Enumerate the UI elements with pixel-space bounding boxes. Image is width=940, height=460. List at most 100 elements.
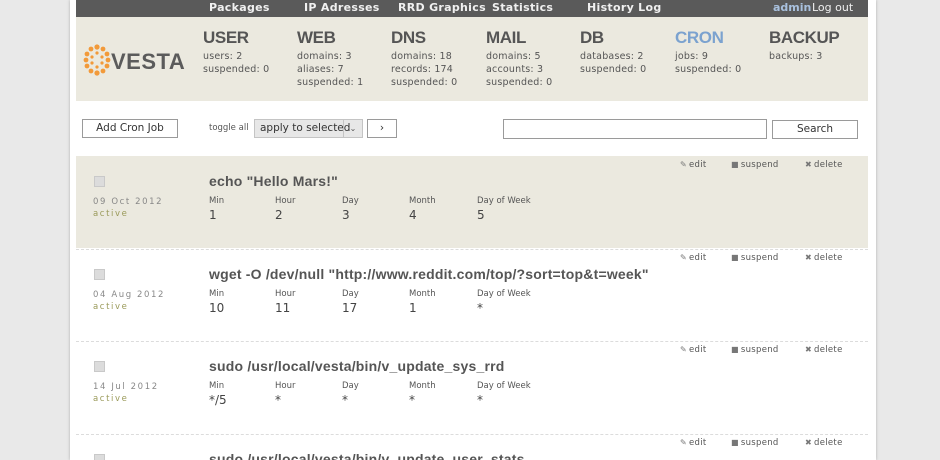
- stat-line: accounts: 3: [486, 64, 544, 75]
- search-input[interactable]: [503, 119, 767, 139]
- stat-web[interactable]: WEB domains: 3 aliases: 7 suspended: 1: [297, 28, 363, 89]
- hour-value: 2: [275, 208, 283, 222]
- job-date: 09 Oct 2012: [93, 197, 164, 207]
- day-label: Day: [342, 289, 359, 299]
- stat-backup[interactable]: BACKUP backups: 3: [769, 28, 840, 63]
- stat-line: suspended: 1: [297, 77, 364, 88]
- job-command: echo "Hello Mars!": [209, 173, 338, 189]
- day-of-week-value: *: [477, 301, 483, 315]
- stat-mail[interactable]: MAIL domains: 5 accounts: 3 suspended: 0: [486, 28, 552, 89]
- hour-label: Hour: [275, 196, 296, 206]
- row-checkbox[interactable]: [94, 361, 105, 372]
- toolbar: Add Cron Job toggle all apply to selecte…: [70, 101, 876, 156]
- apply-button[interactable]: ›: [367, 119, 397, 138]
- stat-line: users: 2: [203, 51, 243, 62]
- suspend-action[interactable]: ■ suspend: [731, 253, 779, 263]
- min-value: 10: [209, 301, 225, 315]
- nav-ip-addresses[interactable]: IP Adresses: [304, 1, 380, 14]
- stat-cron[interactable]: CRON jobs: 9 suspended: 0: [675, 28, 741, 76]
- day-value: *: [342, 393, 348, 407]
- cron-job-row: ✎ edit ■ suspend ✖ delete 09 Oct 2012 activ…: [76, 156, 868, 248]
- stat-line: jobs: 9: [675, 51, 709, 62]
- delete-action[interactable]: ✖ delete: [805, 438, 843, 448]
- delete-label: delete: [814, 253, 843, 263]
- stat-line: databases: 2: [580, 51, 644, 62]
- stat-line: domains: 5: [486, 51, 541, 62]
- hour-label: Hour: [275, 289, 296, 299]
- toggle-all-label[interactable]: toggle all: [209, 123, 249, 133]
- delete-action[interactable]: ✖ delete: [805, 253, 843, 263]
- stat-line: suspended: 0: [486, 77, 553, 88]
- lock-icon: ■: [731, 345, 739, 354]
- stat-title: CRON: [675, 28, 724, 47]
- vesta-logo[interactable]: VESTA: [82, 43, 185, 77]
- job-status: active: [93, 302, 129, 312]
- edit-label: edit: [689, 438, 707, 448]
- chevron-down-icon: ⌄: [343, 120, 362, 137]
- logout-link[interactable]: Log out: [812, 1, 853, 14]
- stat-db[interactable]: DB databases: 2 suspended: 0: [580, 28, 646, 76]
- cron-job-row: ✎ edit ■ suspend ✖ delete sudo /usr/local/v…: [76, 434, 868, 460]
- nav-rrd-graphics[interactable]: RRD Graphics: [398, 1, 486, 14]
- bulk-action-select[interactable]: apply to selected ⌄: [254, 119, 363, 138]
- day-value: 3: [342, 208, 350, 222]
- row-separator: [76, 341, 868, 342]
- job-status: active: [93, 394, 129, 404]
- edit-action[interactable]: ✎ edit: [680, 438, 707, 448]
- stat-title: WEB: [297, 28, 336, 47]
- row-checkbox[interactable]: [94, 269, 105, 280]
- day-value: 17: [342, 301, 358, 315]
- nav-packages[interactable]: Packages: [209, 1, 270, 14]
- nav-statistics[interactable]: Statistics: [492, 1, 553, 14]
- delete-action[interactable]: ✖ delete: [805, 345, 843, 355]
- job-status: active: [93, 209, 129, 219]
- vesta-logo-icon: [83, 44, 111, 76]
- stat-line: records: 174: [391, 64, 454, 75]
- edit-label: edit: [689, 253, 707, 263]
- min-label: Min: [209, 381, 225, 391]
- page: Packages IP Adresses RRD Graphics Statis…: [70, 0, 876, 460]
- hour-label: Hour: [275, 381, 296, 391]
- search-button[interactable]: Search: [772, 120, 858, 139]
- job-command: sudo /usr/local/vesta/bin/v_update_user_…: [209, 451, 525, 460]
- stat-dns[interactable]: DNS domains: 18 records: 174 suspended: …: [391, 28, 457, 89]
- suspend-action[interactable]: ■ suspend: [731, 345, 779, 355]
- stat-title: DNS: [391, 28, 426, 47]
- user-link[interactable]: admin: [773, 1, 811, 14]
- stat-user[interactable]: USER users: 2 suspended: 0: [203, 28, 269, 76]
- row-checkbox[interactable]: [94, 176, 105, 187]
- month-label: Month: [409, 196, 436, 206]
- delete-label: delete: [814, 438, 843, 448]
- row-checkbox[interactable]: [94, 454, 105, 460]
- edit-action[interactable]: ✎ edit: [680, 253, 707, 263]
- stat-title: DB: [580, 28, 604, 47]
- stat-title: BACKUP: [769, 28, 840, 47]
- stat-line: domains: 18: [391, 51, 453, 62]
- nav-history-log[interactable]: History Log: [587, 1, 662, 14]
- lock-icon: ■: [731, 160, 739, 169]
- edit-action[interactable]: ✎ edit: [680, 160, 707, 170]
- stat-title: MAIL: [486, 28, 526, 47]
- month-value: 1: [409, 301, 417, 315]
- delete-label: delete: [814, 160, 843, 170]
- lock-icon: ■: [731, 438, 739, 447]
- bulk-action-value: apply to selected: [260, 122, 351, 134]
- month-label: Month: [409, 289, 436, 299]
- add-cron-job-button[interactable]: Add Cron Job: [82, 119, 178, 138]
- day-label: Day: [342, 196, 359, 206]
- stat-line: suspended: 0: [675, 64, 742, 75]
- suspend-action[interactable]: ■ suspend: [731, 438, 779, 448]
- delete-action[interactable]: ✖ delete: [805, 160, 843, 170]
- close-icon: ✖: [805, 160, 813, 169]
- suspend-label: suspend: [740, 345, 779, 355]
- month-value: *: [409, 393, 415, 407]
- close-icon: ✖: [805, 345, 813, 354]
- suspend-action[interactable]: ■ suspend: [731, 160, 779, 170]
- stat-line: suspended: 0: [203, 64, 270, 75]
- header-panel: VESTA USER users: 2 suspended: 0 WEB dom…: [76, 17, 868, 101]
- edit-action[interactable]: ✎ edit: [680, 345, 707, 355]
- edit-label: edit: [689, 345, 707, 355]
- day-of-week-value: *: [477, 393, 483, 407]
- cron-job-row: ✎ edit ■ suspend ✖ delete 04 Aug 2012 activ…: [76, 249, 868, 341]
- top-nav-bar: Packages IP Adresses RRD Graphics Statis…: [76, 0, 868, 17]
